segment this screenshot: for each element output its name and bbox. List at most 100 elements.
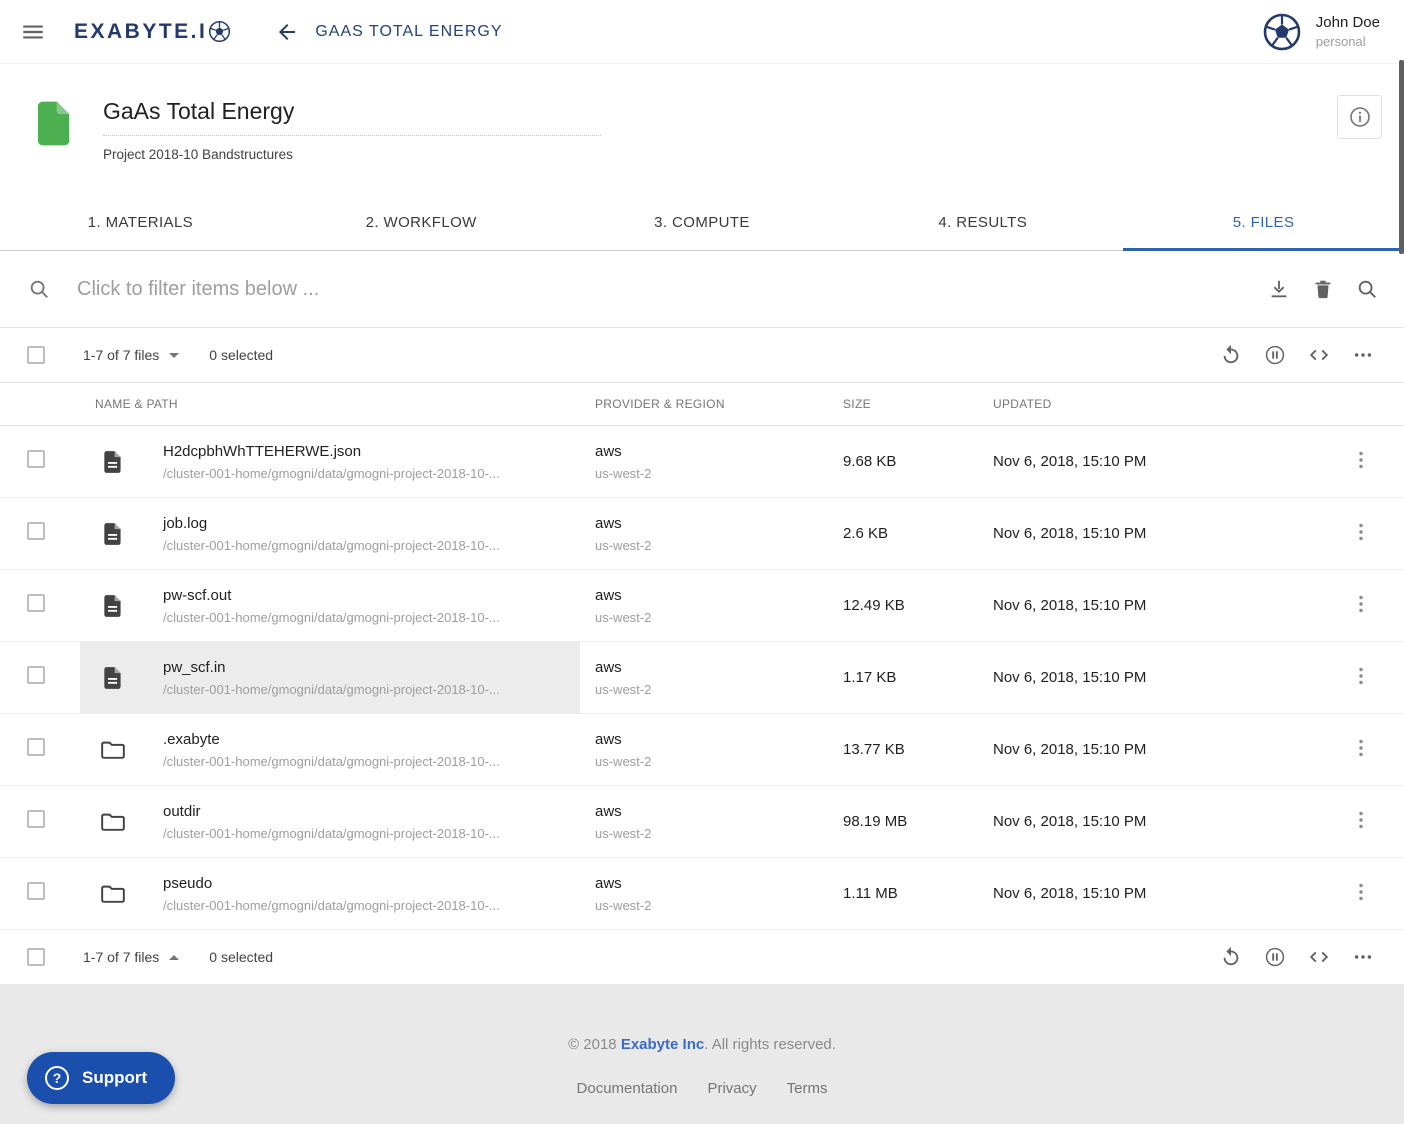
select-all-checkbox[interactable] xyxy=(27,346,45,364)
footer: © 2018 Exabyte Inc. All rights reserved.… xyxy=(0,984,1404,1124)
file-icon xyxy=(100,665,126,691)
brand-text: EXABYTE.I xyxy=(74,20,207,44)
provider: aws xyxy=(595,659,830,676)
user-menu[interactable]: John Doe personal xyxy=(1262,12,1380,52)
replay-icon xyxy=(1220,344,1242,366)
file-updated: Nov 6, 2018, 15:10 PM xyxy=(980,453,1317,470)
tab-workflow[interactable]: 2. WORKFLOW xyxy=(281,195,562,250)
row-checkbox[interactable] xyxy=(27,450,45,468)
folder-icon xyxy=(100,809,126,835)
code-view-button[interactable] xyxy=(1308,344,1330,366)
delete-button[interactable] xyxy=(1312,278,1334,300)
footer-link-privacy[interactable]: Privacy xyxy=(707,1080,756,1097)
folder-name[interactable]: outdir xyxy=(163,803,500,820)
column-header-size[interactable]: SIZE xyxy=(830,397,980,411)
table-row[interactable]: pw_scf.in/cluster-001-home/gmogni/data/g… xyxy=(0,642,1404,714)
row-checkbox[interactable] xyxy=(27,810,45,828)
pause-circle-icon xyxy=(1264,344,1286,366)
footer-link-terms[interactable]: Terms xyxy=(787,1080,828,1097)
row-menu-button[interactable] xyxy=(1347,736,1375,764)
file-icon xyxy=(100,521,126,547)
refresh-button[interactable] xyxy=(1220,344,1242,366)
row-checkbox[interactable] xyxy=(27,738,45,756)
brand-logo[interactable]: EXABYTE.I xyxy=(74,20,231,44)
row-checkbox[interactable] xyxy=(27,522,45,540)
provider-cell: awsus-west-2 xyxy=(580,587,830,625)
pause-button[interactable] xyxy=(1264,946,1286,968)
code-view-button[interactable] xyxy=(1308,946,1330,968)
table-row[interactable]: job.log/cluster-001-home/gmogni/data/gmo… xyxy=(0,498,1404,570)
name-path-cell-highlighted: pw_scf.in/cluster-001-home/gmogni/data/g… xyxy=(80,642,580,713)
scrollbar-thumb[interactable] xyxy=(1399,60,1404,254)
tab-results[interactable]: 4. RESULTS xyxy=(842,195,1123,250)
column-header-updated[interactable]: UPDATED xyxy=(980,397,1317,411)
region: us-west-2 xyxy=(595,898,830,913)
row-menu-button[interactable] xyxy=(1347,808,1375,836)
row-menu-button[interactable] xyxy=(1347,592,1375,620)
row-checkbox[interactable] xyxy=(27,882,45,900)
table-row[interactable]: .exabyte/cluster-001-home/gmogni/data/gm… xyxy=(0,714,1404,786)
row-checkbox[interactable] xyxy=(27,666,45,684)
name-path-cell: H2dcpbhWhTTEHERWE.json/cluster-001-home/… xyxy=(80,426,580,497)
table-row[interactable]: H2dcpbhWhTTEHERWE.json/cluster-001-home/… xyxy=(0,426,1404,498)
row-menu-button[interactable] xyxy=(1347,664,1375,692)
user-name: John Doe xyxy=(1316,14,1380,31)
download-button[interactable] xyxy=(1268,278,1290,300)
company-link[interactable]: Exabyte Inc xyxy=(621,1036,704,1053)
column-header-provider-region[interactable]: PROVIDER & REGION xyxy=(580,397,830,411)
folder-size: 13.77 KB xyxy=(830,741,980,758)
file-path: /cluster-001-home/gmogni/data/gmogni-pro… xyxy=(163,682,500,697)
folder-name[interactable]: pseudo xyxy=(163,875,500,892)
more-options-button[interactable] xyxy=(1352,344,1374,366)
folder-updated: Nov 6, 2018, 15:10 PM xyxy=(980,885,1317,902)
hamburger-menu-button[interactable] xyxy=(20,19,46,45)
code-icon xyxy=(1308,344,1330,366)
file-name[interactable]: pw_scf.in xyxy=(163,659,500,676)
checkbox-cell xyxy=(0,522,80,545)
footer-link-documentation[interactable]: Documentation xyxy=(577,1080,678,1097)
provider: aws xyxy=(595,587,830,604)
row-menu-button[interactable] xyxy=(1347,880,1375,908)
more-options-button[interactable] xyxy=(1352,946,1374,968)
row-menu-button[interactable] xyxy=(1347,520,1375,548)
file-name[interactable]: job.log xyxy=(163,515,500,532)
folder-icon xyxy=(100,881,126,907)
row-menu-button[interactable] xyxy=(1347,448,1375,476)
soccer-ball-logo-icon xyxy=(208,20,231,43)
search-icon xyxy=(28,278,50,300)
table-row[interactable]: outdir/cluster-001-home/gmogni/data/gmog… xyxy=(0,786,1404,858)
tab-compute[interactable]: 3. COMPUTE xyxy=(562,195,843,250)
file-path: /cluster-001-home/gmogni/data/gmogni-pro… xyxy=(163,538,500,553)
tab-files[interactable]: 5. FILES xyxy=(1123,195,1404,250)
table-row[interactable]: pseudo/cluster-001-home/gmogni/data/gmog… xyxy=(0,858,1404,930)
name-path-cell: pw-scf.out/cluster-001-home/gmogni/data/… xyxy=(80,570,580,641)
region: us-west-2 xyxy=(595,754,830,769)
file-name[interactable]: H2dcpbhWhTTEHERWE.json xyxy=(163,443,500,460)
support-button[interactable]: ? Support xyxy=(27,1052,175,1104)
row-checkbox[interactable] xyxy=(27,594,45,612)
select-all-checkbox[interactable] xyxy=(27,948,45,966)
pagination-count[interactable]: 1-7 of 7 files xyxy=(83,949,179,965)
pagination-count[interactable]: 1-7 of 7 files xyxy=(83,347,179,363)
folder-path: /cluster-001-home/gmogni/data/gmogni-pro… xyxy=(163,826,500,841)
info-button[interactable] xyxy=(1337,95,1382,139)
filter-input[interactable] xyxy=(77,278,1268,301)
search-button[interactable] xyxy=(1356,278,1378,300)
folder-name[interactable]: .exabyte xyxy=(163,731,500,748)
file-updated: Nov 6, 2018, 15:10 PM xyxy=(980,525,1317,542)
more-vert-icon xyxy=(1349,664,1373,688)
table-header: NAME & PATH PROVIDER & REGION SIZE UPDAT… xyxy=(0,383,1404,426)
table-row[interactable]: pw-scf.out/cluster-001-home/gmogni/data/… xyxy=(0,570,1404,642)
checkbox-cell xyxy=(0,594,80,617)
refresh-button[interactable] xyxy=(1220,946,1242,968)
more-horiz-icon xyxy=(1352,344,1374,366)
file-name[interactable]: pw-scf.out xyxy=(163,587,500,604)
menu-cell xyxy=(1317,664,1404,692)
region: us-west-2 xyxy=(595,466,830,481)
tab-materials[interactable]: 1. MATERIALS xyxy=(0,195,281,250)
file-size: 9.68 KB xyxy=(830,453,980,470)
column-header-name-path[interactable]: NAME & PATH xyxy=(80,397,580,411)
pause-button[interactable] xyxy=(1264,344,1286,366)
provider-cell: awsus-west-2 xyxy=(580,443,830,481)
back-button[interactable] xyxy=(275,20,299,44)
